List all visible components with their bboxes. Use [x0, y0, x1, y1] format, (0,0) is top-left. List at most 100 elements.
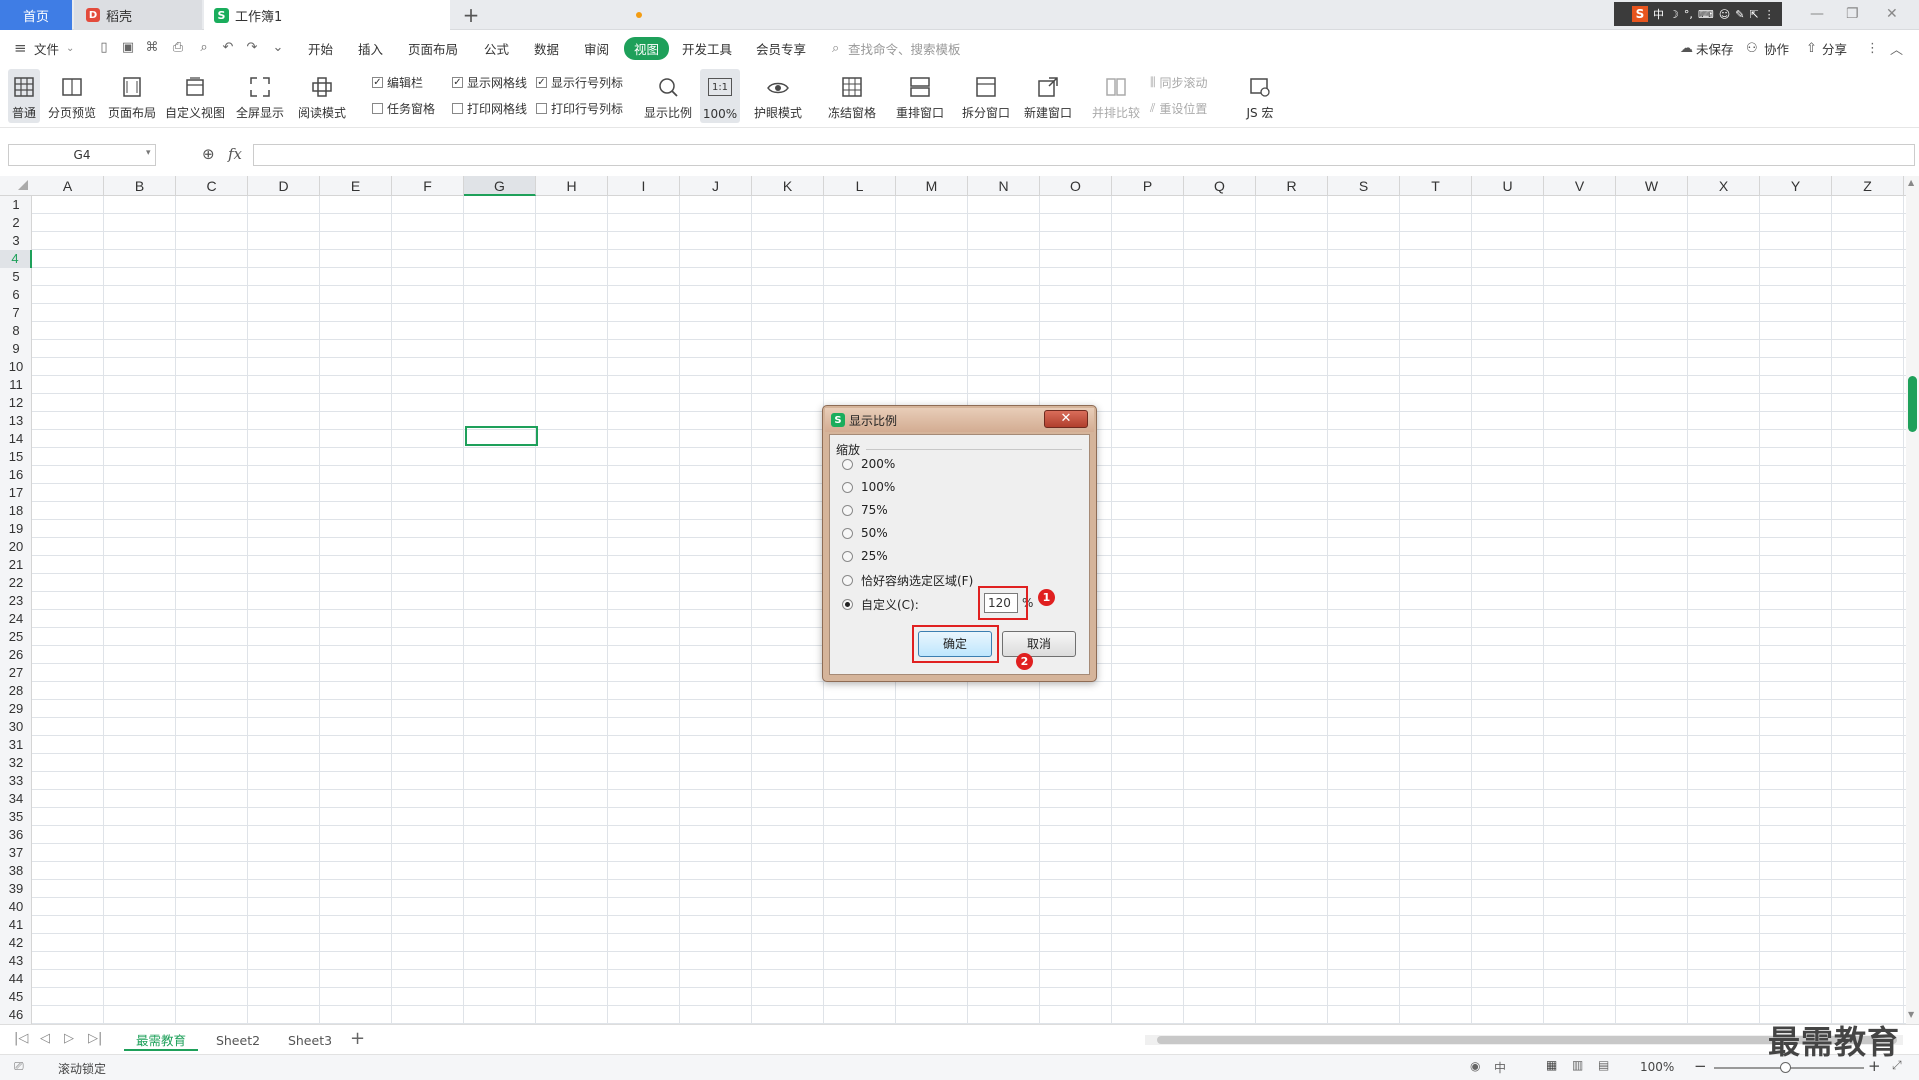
selected-cell-g4[interactable] [465, 426, 538, 446]
row-header-37[interactable]: 37 [0, 844, 32, 862]
column-header-o[interactable]: O [1040, 176, 1112, 196]
row-header-3[interactable]: 3 [0, 232, 32, 250]
hamburger-icon[interactable]: ≡ [14, 39, 27, 57]
row-header-23[interactable]: 23 [0, 592, 32, 610]
column-header-v[interactable]: V [1544, 176, 1616, 196]
column-header-e[interactable]: E [320, 176, 392, 196]
menu-file[interactable]: 文件 [34, 39, 59, 58]
row-header-36[interactable]: 36 [0, 826, 32, 844]
show-headers-checkbox[interactable]: ✓ 显示行号列标 [536, 74, 623, 91]
column-header-z[interactable]: Z [1832, 176, 1904, 196]
zoom-level[interactable]: 100% [1640, 1060, 1674, 1074]
normal-view-button[interactable]: 普通 [8, 69, 40, 123]
row-header-45[interactable]: 45 [0, 988, 32, 1006]
row-header-20[interactable]: 20 [0, 538, 32, 556]
vertical-scroll-thumb[interactable] [1908, 376, 1917, 432]
row-header-22[interactable]: 22 [0, 574, 32, 592]
row-header-2[interactable]: 2 [0, 214, 32, 232]
punctuation-icon[interactable]: °, [1684, 8, 1693, 21]
radio-fit-selection[interactable]: 恰好容纳选定区域(F) [842, 572, 973, 589]
column-header-c[interactable]: C [176, 176, 248, 196]
row-header-7[interactable]: 7 [0, 304, 32, 322]
radio-200[interactable]: 200% [842, 457, 895, 471]
radio-100[interactable]: 100% [842, 480, 895, 494]
column-header-l[interactable]: L [824, 176, 896, 196]
more-icon[interactable]: ⋮ [1866, 41, 1879, 56]
zoom-formula-icon[interactable]: ⊕ [202, 145, 215, 163]
reading-mode-button[interactable]: 阅读模式 [294, 69, 350, 123]
minimize-icon[interactable]: — [1810, 6, 1824, 22]
row-header-1[interactable]: 1 [0, 196, 32, 214]
row-header-27[interactable]: 27 [0, 664, 32, 682]
collapse-ribbon-icon[interactable]: ︿ [1890, 39, 1903, 58]
row-header-8[interactable]: 8 [0, 322, 32, 340]
row-header-40[interactable]: 40 [0, 898, 32, 916]
row-header-28[interactable]: 28 [0, 682, 32, 700]
menu-view[interactable]: 视图 [624, 36, 670, 60]
row-header-42[interactable]: 42 [0, 934, 32, 952]
column-header-f[interactable]: F [392, 176, 464, 196]
page-break-preview-button[interactable]: 分页预览 [46, 69, 98, 123]
row-header-44[interactable]: 44 [0, 970, 32, 988]
row-header-41[interactable]: 41 [0, 916, 32, 934]
column-header-d[interactable]: D [248, 176, 320, 196]
column-header-j[interactable]: J [680, 176, 752, 196]
freeze-panes-button[interactable]: 冻结窗格 [824, 69, 880, 123]
macro-record-icon[interactable]: ⎚ [14, 1059, 24, 1074]
row-header-24[interactable]: 24 [0, 610, 32, 628]
eye-mode-icon[interactable]: ◉ [1470, 1059, 1480, 1073]
zoom-button[interactable]: 显示比例 [642, 69, 694, 123]
row-header-17[interactable]: 17 [0, 484, 32, 502]
sheet-tab-3[interactable]: Sheet3 [276, 1031, 344, 1051]
custom-view-button[interactable]: 自定义视图 [164, 69, 226, 123]
column-header-t[interactable]: T [1400, 176, 1472, 196]
reading-status-icon[interactable]: ▤ [1598, 1058, 1609, 1072]
show-gridlines-checkbox[interactable]: ✓ 显示网格线 [452, 74, 527, 91]
row-header-10[interactable]: 10 [0, 358, 32, 376]
sheet-tab-1[interactable]: 最需教育 [124, 1031, 198, 1051]
share-button[interactable]: 分享 [1822, 39, 1847, 58]
row-header-33[interactable]: 33 [0, 772, 32, 790]
row-header-16[interactable]: 16 [0, 466, 32, 484]
row-header-4[interactable]: 4 [0, 250, 32, 268]
row-header-11[interactable]: 11 [0, 376, 32, 394]
new-doc-icon[interactable]: ▯ [96, 39, 112, 55]
row-header-6[interactable]: 6 [0, 286, 32, 304]
chevron-down-icon[interactable]: ⌄ [66, 43, 74, 54]
column-header-q[interactable]: Q [1184, 176, 1256, 196]
sogou-ime-icon[interactable]: S [1632, 6, 1648, 22]
dialog-close-button[interactable]: ✕ [1044, 410, 1088, 428]
scroll-up-icon[interactable]: ▲ [1908, 178, 1914, 187]
add-sheet-button[interactable]: + [350, 1028, 365, 1049]
row-header-43[interactable]: 43 [0, 952, 32, 970]
print-preview-icon[interactable]: ⌕ [196, 39, 212, 55]
name-box[interactable]: G4 [8, 144, 156, 166]
column-header-a[interactable]: A [32, 176, 104, 196]
row-header-34[interactable]: 34 [0, 790, 32, 808]
next-sheet-icon[interactable]: ▷ [64, 1031, 74, 1046]
column-header-s[interactable]: S [1328, 176, 1400, 196]
collab-button[interactable]: 协作 [1764, 39, 1789, 58]
arrange-windows-button[interactable]: 重排窗口 [892, 69, 948, 123]
column-header-u[interactable]: U [1472, 176, 1544, 196]
menu-insert[interactable]: 插入 [358, 39, 383, 58]
menu-page-layout[interactable]: 页面布局 [408, 39, 458, 58]
new-window-button[interactable]: 新建窗口 [1020, 69, 1076, 123]
row-header-26[interactable]: 26 [0, 646, 32, 664]
split-window-button[interactable]: 拆分窗口 [960, 69, 1012, 123]
side-by-side-button[interactable]: 并排比较 [1090, 69, 1142, 123]
column-header-p[interactable]: P [1112, 176, 1184, 196]
user-icon[interactable]: ☺ [1719, 8, 1730, 21]
js-macro-button[interactable]: JS 宏 [1236, 69, 1284, 123]
page-layout-button[interactable]: 页面布局 [106, 69, 158, 123]
row-header-14[interactable]: 14 [0, 430, 32, 448]
reset-position-button[interactable]: ⫽ 重设位置 [1150, 100, 1207, 117]
row-header-15[interactable]: 15 [0, 448, 32, 466]
zoom-out-icon[interactable]: − [1694, 1057, 1707, 1075]
column-header-b[interactable]: B [104, 176, 176, 196]
sync-scroll-button[interactable]: ⫼ 同步滚动 [1150, 74, 1208, 91]
column-header-n[interactable]: N [968, 176, 1040, 196]
menu-review[interactable]: 审阅 [584, 39, 609, 58]
wrench-icon[interactable]: ✎ [1735, 8, 1744, 21]
sheet-tab-2[interactable]: Sheet2 [204, 1031, 272, 1051]
